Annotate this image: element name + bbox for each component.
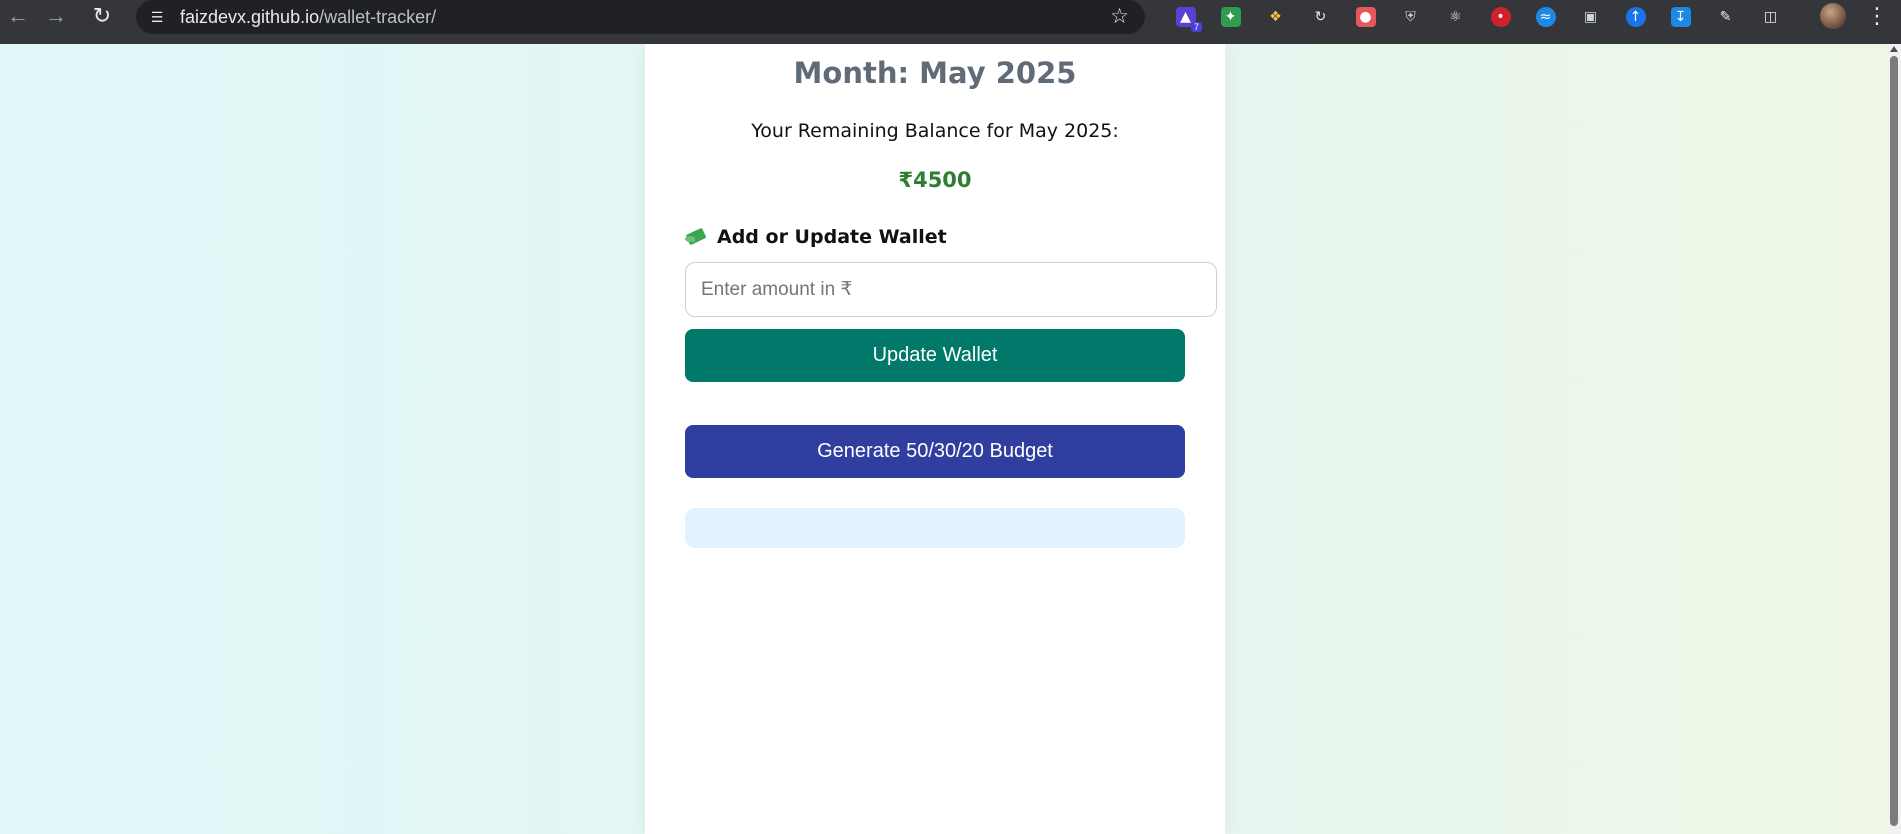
month-title: Month: May 2025 bbox=[793, 56, 1077, 90]
browser-toolbar: ← → ↻ ☰ faizdevx.github.io/wallet-tracke… bbox=[0, 0, 1901, 44]
extension-react-devtools[interactable]: ⚛ bbox=[1433, 0, 1478, 34]
wallet-card: Month: May 2025 Your Remaining Balance f… bbox=[645, 44, 1225, 834]
money-with-wings-icon bbox=[685, 227, 707, 246]
budget-output-panel bbox=[685, 508, 1185, 548]
extension-red-circle[interactable]: • bbox=[1478, 0, 1523, 34]
generate-budget-button[interactable]: Generate 50/30/20 Budget bbox=[685, 425, 1185, 478]
scrollbar-thumb[interactable] bbox=[1890, 56, 1898, 826]
wallet-section-heading: Add or Update Wallet bbox=[685, 226, 947, 248]
extension-puzzle-green[interactable]: ✦ bbox=[1208, 0, 1253, 34]
site-info-icon[interactable]: ☰ bbox=[146, 6, 168, 28]
puzzle-outline-icon: ◫ bbox=[1763, 9, 1778, 25]
wallet-amount-input[interactable] bbox=[685, 262, 1217, 317]
extension-broom[interactable]: ❖ bbox=[1253, 0, 1298, 34]
address-bar[interactable]: ☰ faizdevx.github.io/wallet-tracker/ ☆ bbox=[136, 0, 1145, 34]
url-path: /wallet-tracker/ bbox=[319, 6, 437, 27]
extensions-menu[interactable]: ◫ bbox=[1748, 0, 1793, 34]
refresh-extension-icon: ↻ bbox=[1314, 9, 1327, 25]
extension-eyedropper[interactable]: ✎ bbox=[1703, 0, 1748, 34]
extension-screen-recorder[interactable]: ● bbox=[1343, 0, 1388, 34]
reload-icon[interactable]: ↻ bbox=[84, 0, 120, 32]
url-host: faizdevx.github.io bbox=[180, 6, 320, 27]
eyedropper-icon: ✎ bbox=[1719, 9, 1732, 25]
kebab-menu-icon[interactable]: ⋮ bbox=[1865, 0, 1889, 32]
extension-badge: 7 bbox=[1190, 22, 1202, 32]
red-circle-icon: • bbox=[1490, 7, 1511, 27]
extensions-bar: ▲ 7 ✦ ❖ ↻ ● ⛨ ⚛ • ≈ ▣ ↑ ↧ ✎ ◫ bbox=[1163, 0, 1793, 34]
bookmark-star-icon[interactable]: ☆ bbox=[1110, 4, 1129, 29]
camera-icon: ▣ bbox=[1583, 9, 1598, 25]
up-arrow-icon: ↑ bbox=[1625, 7, 1646, 27]
extension-camera[interactable]: ▣ bbox=[1568, 0, 1613, 34]
screen-recorder-icon: ● bbox=[1355, 7, 1376, 27]
shield-icon: ⛨ bbox=[1405, 9, 1416, 25]
scroll-up-arrow-icon[interactable] bbox=[1890, 46, 1898, 52]
update-wallet-button[interactable]: Update Wallet bbox=[685, 329, 1185, 382]
url-text[interactable]: faizdevx.github.io/wallet-tracker/ bbox=[180, 7, 436, 28]
extension-edge-blue[interactable]: ≈ bbox=[1523, 0, 1568, 34]
puzzle-icon: ✦ bbox=[1220, 7, 1241, 27]
extension-graduation-cap[interactable]: ▲ 7 bbox=[1163, 0, 1208, 34]
profile-avatar[interactable] bbox=[1820, 3, 1846, 29]
forward-icon[interactable]: → bbox=[38, 0, 74, 32]
page-viewport: Month: May 2025 Your Remaining Balance f… bbox=[0, 44, 1887, 834]
wave-icon: ≈ bbox=[1535, 7, 1556, 27]
download-icon: ↧ bbox=[1670, 7, 1691, 27]
wallet-section-title: Add or Update Wallet bbox=[717, 226, 947, 248]
back-icon[interactable]: ← bbox=[0, 0, 36, 32]
extension-blue-arrow[interactable]: ↑ bbox=[1613, 0, 1658, 34]
balance-label: Your Remaining Balance for May 2025: bbox=[751, 120, 1119, 142]
broom-icon: ❖ bbox=[1269, 9, 1282, 25]
extension-shield[interactable]: ⛨ bbox=[1388, 0, 1433, 34]
extension-download[interactable]: ↧ bbox=[1658, 0, 1703, 34]
extension-refresh[interactable]: ↻ bbox=[1298, 0, 1343, 34]
balance-amount: ₹4500 bbox=[898, 168, 972, 192]
react-icon: ⚛ bbox=[1449, 9, 1462, 25]
page-scrollbar[interactable] bbox=[1887, 44, 1901, 834]
